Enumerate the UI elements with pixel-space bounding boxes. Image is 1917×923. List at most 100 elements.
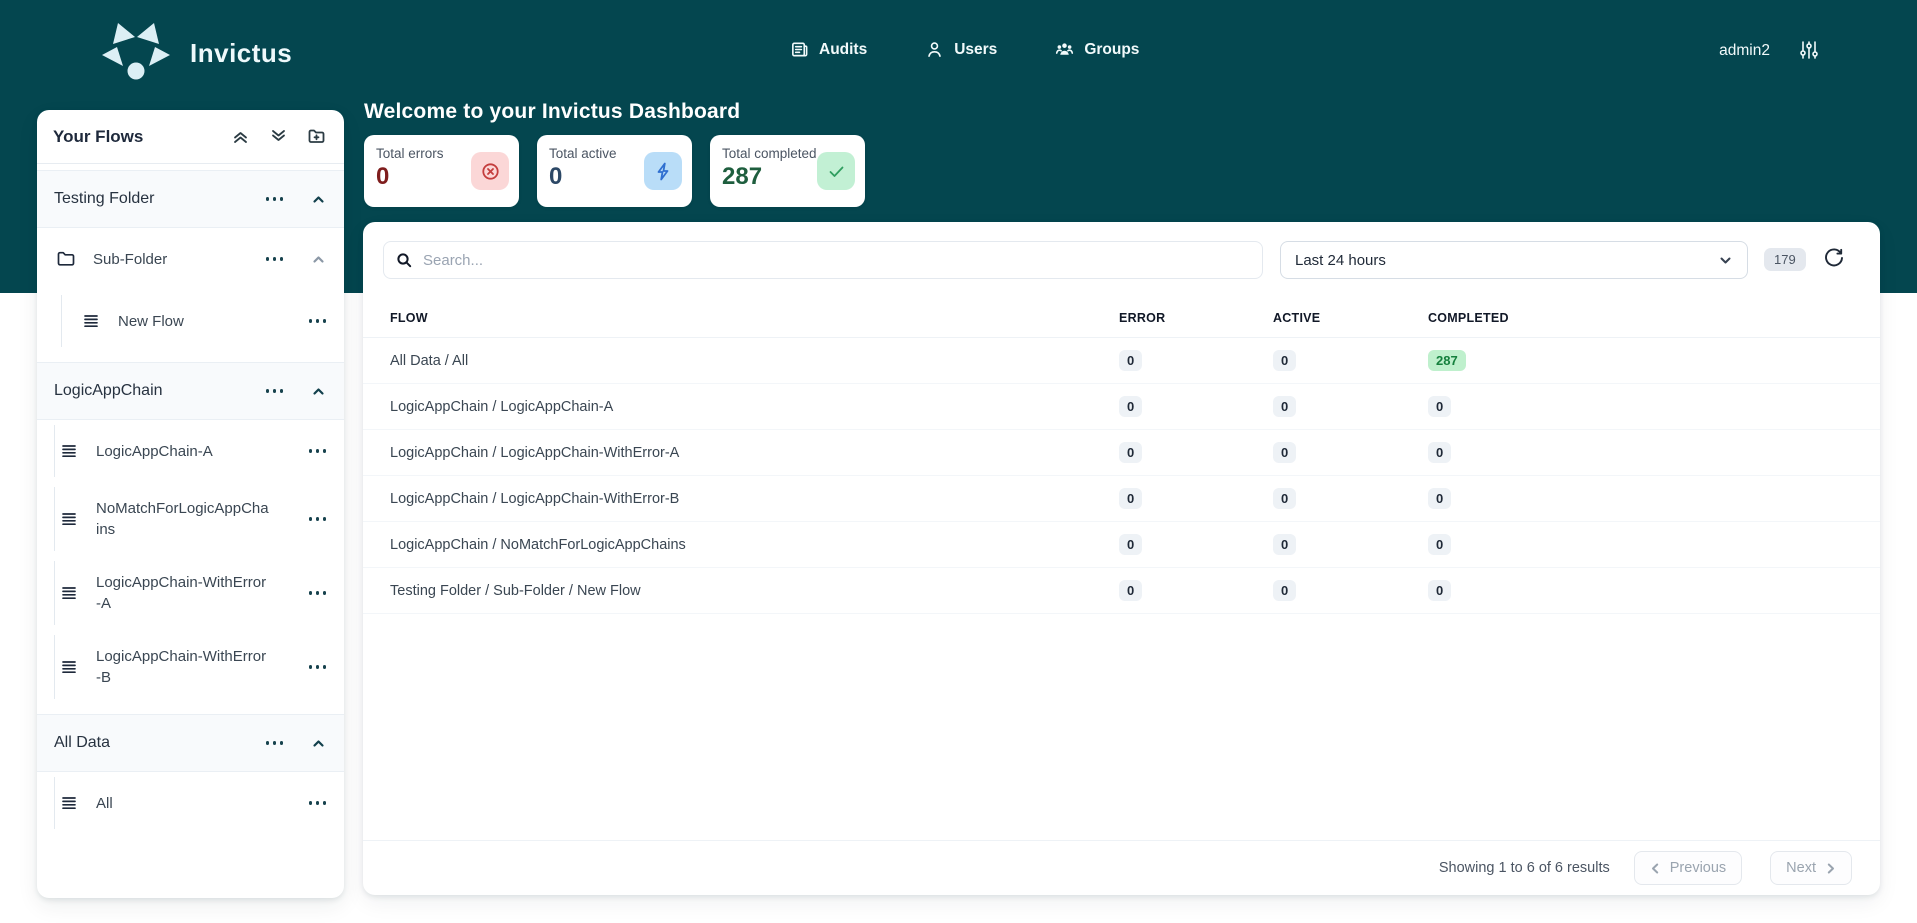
previous-page-button[interactable]: Previous [1634,851,1742,885]
refresh-button[interactable] [1823,247,1849,273]
brand-title: Invictus [190,38,292,69]
row-menu-button[interactable] [309,797,327,809]
time-filter-select[interactable]: Last 24 hours [1280,241,1748,279]
sidebar-group-row[interactable]: Testing Folder [37,170,344,228]
flow-name-cell: All Data / All [390,353,1119,369]
folder-icon [56,249,76,269]
expand-all-button[interactable] [269,127,288,146]
flow-icon [59,441,79,461]
sidebar-flow-row[interactable]: LogicAppChain-WithError-B [37,630,344,704]
row-menu-button[interactable] [266,385,284,397]
sidebar-toolbar [231,127,326,146]
settings-sliders-button[interactable] [1798,40,1822,64]
active-chip [644,152,682,190]
flow-name-cell: LogicAppChain / NoMatchForLogicAppChains [390,537,1119,553]
flow-icon [59,793,79,813]
main-nav: Audits Users Groups [790,40,1139,59]
search-input[interactable] [423,252,1250,269]
error-chip [471,152,509,190]
invictus-logo-icon [101,22,171,84]
stat-card-active: Total active 0 [537,135,692,207]
sidebar-flow-row[interactable]: New Flow [37,290,344,352]
active-count-badge: 0 [1273,534,1296,555]
top-navigation-bar: Invictus Audits Users [0,0,1917,106]
refresh-icon [1823,247,1845,269]
chevron-left-icon [1650,863,1661,874]
flow-icon [59,583,79,603]
column-header-completed: COMPLETED [1428,311,1880,325]
sidebar-flow-row[interactable]: LogicAppChain-WithError-A [37,556,344,630]
flow-name-cell: Testing Folder / Sub-Folder / New Flow [390,583,1119,599]
chevron-down-icon [1718,253,1733,268]
add-folder-button[interactable] [307,127,326,146]
collapse-chevron-up-icon[interactable] [311,252,326,267]
collapse-chevron-up-icon[interactable] [311,192,326,207]
sidebar-flow-row[interactable]: LogicAppChain-A [37,420,344,482]
audits-icon [790,40,809,59]
tree-guide-line [54,777,55,829]
sidebar-folder-row[interactable]: Sub-Folder [37,228,344,290]
error-count-badge: 0 [1119,350,1142,371]
flows-sidebar: Your Flows Testing FolderSub-FolderNew F… [37,110,344,898]
group-label: All Data [54,734,266,752]
time-filter-value: Last 24 hours [1295,252,1718,269]
lightning-bolt-icon [653,161,674,182]
column-header-active: ACTIVE [1273,311,1428,325]
row-menu-button[interactable] [309,587,327,599]
row-menu-button[interactable] [309,315,327,327]
tree-guide-line [61,295,62,347]
table-row[interactable]: LogicAppChain / NoMatchForLogicAppChains… [363,522,1880,568]
sliders-icon [1798,40,1820,62]
error-count-badge: 0 [1119,442,1142,463]
nav-users[interactable]: Users [925,40,997,59]
nav-users-label: Users [954,41,997,59]
tree-item-label: New Flow [118,311,292,332]
row-menu-button[interactable] [309,445,327,457]
table-row[interactable]: LogicAppChain / LogicAppChain-WithError-… [363,476,1880,522]
completed-chip [817,152,855,190]
sidebar-group-row[interactable]: All Data [37,714,344,772]
table-row[interactable]: All Data / All00287 [363,338,1880,384]
collapse-chevron-up-icon[interactable] [311,736,326,751]
tree-item-label: All [96,793,270,814]
tree-item-label: NoMatchForLogicAppChains [96,498,270,540]
sidebar-flow-row[interactable]: All [37,772,344,834]
completed-count-badge: 0 [1428,396,1451,417]
nav-groups-label: Groups [1084,41,1139,59]
collapse-chevron-up-icon[interactable] [311,384,326,399]
row-menu-button[interactable] [266,253,284,265]
table-body: All Data / All00287LogicAppChain / Logic… [363,338,1880,614]
nav-groups[interactable]: Groups [1055,40,1139,59]
active-count-badge: 0 [1273,580,1296,601]
previous-label: Previous [1670,860,1726,876]
tree-guide-line [54,487,55,551]
row-menu-button[interactable] [266,193,284,205]
table-row[interactable]: LogicAppChain / LogicAppChain-A000 [363,384,1880,430]
completed-count-badge: 287 [1428,350,1466,371]
sidebar-group-row[interactable]: LogicAppChain [37,362,344,420]
completed-count-badge: 0 [1428,534,1451,555]
tree-item-label: LogicAppChain-A [96,441,270,462]
flows-table-panel: Last 24 hours 179 FLOW ERROR ACTIVE COMP… [363,222,1880,895]
error-count-badge: 0 [1119,488,1142,509]
row-menu-button[interactable] [266,737,284,749]
page-title: Welcome to your Invictus Dashboard [364,100,740,124]
chevrons-up-icon [231,127,250,146]
column-header-flow: FLOW [390,311,1119,325]
collapse-all-button[interactable] [231,127,250,146]
row-menu-button[interactable] [309,513,327,525]
folder-plus-icon [307,127,326,146]
table-row[interactable]: Testing Folder / Sub-Folder / New Flow00… [363,568,1880,614]
active-count-badge: 0 [1273,488,1296,509]
active-count-badge: 0 [1273,442,1296,463]
sidebar-flow-row[interactable]: NoMatchForLogicAppChains [37,482,344,556]
chevron-right-icon [1825,863,1836,874]
group-label: Testing Folder [54,190,266,208]
column-header-error: ERROR [1119,311,1273,325]
table-row[interactable]: LogicAppChain / LogicAppChain-WithError-… [363,430,1880,476]
next-page-button[interactable]: Next [1770,851,1852,885]
row-menu-button[interactable] [309,661,327,673]
nav-audits-label: Audits [819,41,867,59]
nav-audits[interactable]: Audits [790,40,867,59]
current-user-label[interactable]: admin2 [1719,42,1770,60]
